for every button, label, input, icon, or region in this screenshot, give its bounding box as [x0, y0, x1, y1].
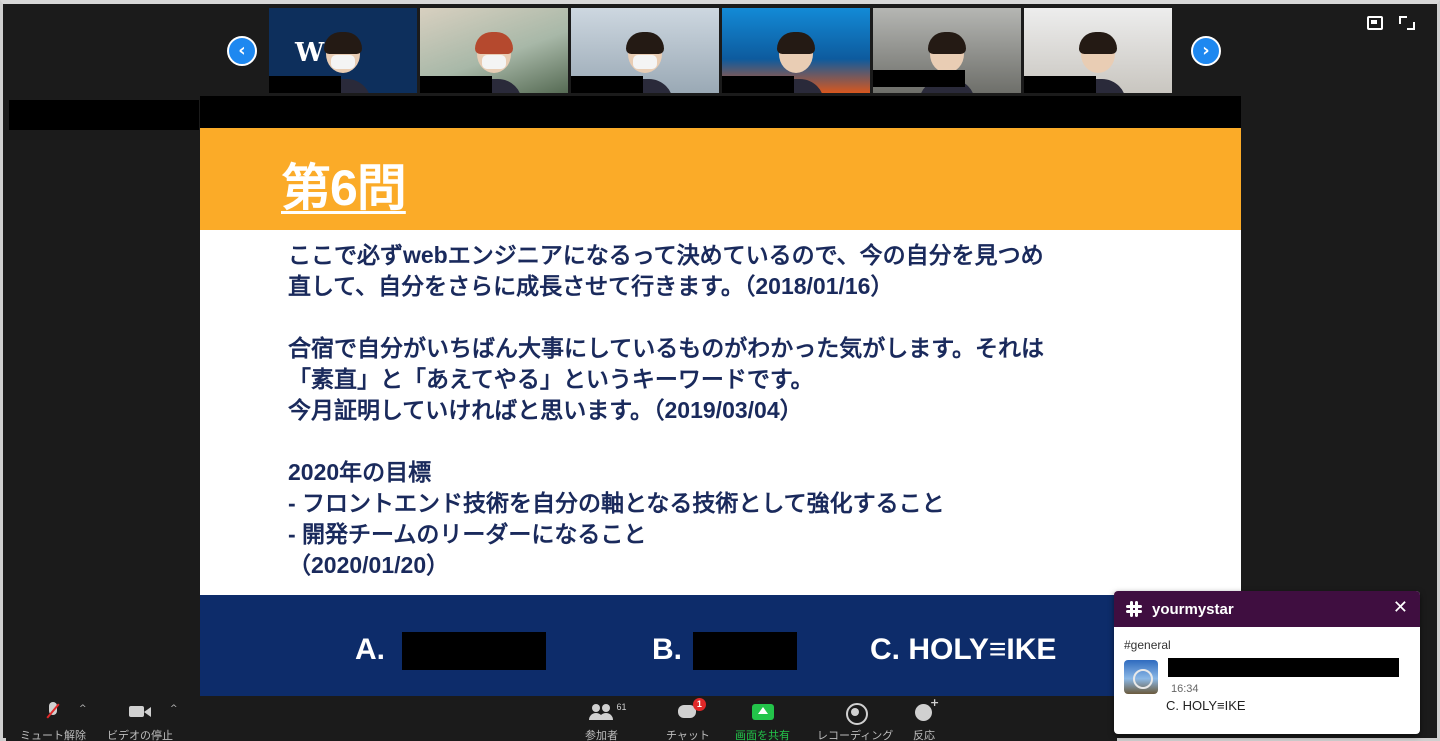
quote-paragraph-2: 合宿で自分がいちばん大事にしているものがわかった気がします。それは 「素直」と「…	[288, 335, 1045, 423]
participant-video-6[interactable]	[1024, 8, 1172, 93]
participant-video-5[interactable]	[873, 8, 1021, 93]
meeting-toolbar: ミュート解除 ^ ビデオの停止 ^ 61 参加者 1 チャット 画面を共有 レコ…	[6, 696, 1117, 741]
video-camera-icon	[125, 700, 155, 724]
chevron-left-icon: ‹	[238, 40, 246, 61]
chat-bubble-icon: 1	[673, 698, 706, 724]
redacted-name	[722, 76, 794, 93]
slack-message-time: 16:34	[1171, 683, 1199, 695]
record-icon	[840, 700, 870, 725]
chat-button[interactable]: 1 チャット	[666, 698, 710, 741]
chevron-right-icon: ›	[1202, 40, 1210, 61]
chat-unread-badge: 1	[692, 698, 706, 711]
participants-count: 61	[616, 702, 627, 712]
slack-notification[interactable]: yourmystar ✕ #general 16:34 C. HOLY≡IKE	[1114, 591, 1420, 734]
participants-icon: 61	[587, 700, 627, 724]
slack-channel-name: #general	[1124, 638, 1171, 652]
record-label: レコーディング	[817, 730, 894, 741]
video-thumbnails: W T.	[269, 8, 1172, 93]
reaction-emoji-icon	[909, 696, 939, 724]
redacted-answer-a	[402, 632, 546, 670]
quote-paragraph-3: 2020年の目標 - フロントエンド技術を自分の軸となる技術として強化すること …	[288, 459, 945, 578]
answer-c: C. HOLY≡IKE	[870, 633, 1057, 666]
redacted-name	[1024, 76, 1096, 93]
slack-workspace-name: yourmystar	[1152, 600, 1234, 618]
reactions-label: 反応	[913, 730, 935, 741]
muted-mic-icon	[38, 700, 68, 724]
gallery-next-button[interactable]: ›	[1191, 36, 1221, 66]
slack-message-text: C. HOLY≡IKE	[1166, 698, 1246, 713]
participant-video-1[interactable]: W T.	[269, 8, 417, 93]
stop-video-button[interactable]: ビデオの停止	[107, 700, 173, 741]
participants-button[interactable]: 61 参加者	[585, 700, 627, 741]
window-controls	[1367, 16, 1415, 30]
share-screen-button[interactable]: 画面を共有	[735, 700, 790, 741]
fullscreen-icon[interactable]	[1399, 16, 1415, 30]
record-button[interactable]: レコーディング	[817, 700, 893, 741]
slide-title: 第6問	[281, 160, 407, 216]
mute-button[interactable]: ミュート解除	[20, 700, 86, 741]
answer-options-bar: A. B. C. HOLY≡IKE	[200, 595, 1241, 696]
quote-paragraph-1: ここで必ずwebエンジニアになるって決めているので、今の自分を見つめ 直して、自…	[288, 242, 1044, 299]
participant-video-3[interactable]	[571, 8, 719, 93]
redacted-name	[873, 70, 965, 87]
avatar	[1124, 660, 1158, 694]
redacted-name	[420, 76, 492, 93]
close-icon[interactable]: ✕	[1393, 598, 1408, 618]
speaker-view-icon[interactable]	[1367, 16, 1383, 30]
participants-label: 参加者	[585, 730, 618, 741]
video-label: ビデオの停止	[107, 730, 173, 741]
answer-a: A.	[355, 633, 385, 666]
slide-body: ここで必ずwebエンジニアになるって決めているので、今の自分を見つめ 直して、自…	[288, 240, 1188, 612]
slide-top-bar	[200, 96, 1241, 128]
gallery-prev-button[interactable]: ‹	[227, 36, 257, 66]
slack-logo-icon	[1126, 601, 1142, 617]
answer-b: B.	[652, 633, 682, 666]
audio-options-caret[interactable]: ^	[79, 704, 87, 714]
redacted-sender-name	[1168, 658, 1399, 677]
video-gallery-strip: ‹ W T.	[227, 8, 1221, 94]
share-screen-icon	[748, 700, 778, 724]
left-black-strip	[9, 100, 199, 130]
participant-video-4[interactable]	[722, 8, 870, 93]
slack-notification-header: yourmystar ✕	[1114, 591, 1420, 627]
share-screen-label: 画面を共有	[735, 730, 790, 741]
reactions-button[interactable]: 反応	[909, 696, 939, 741]
redacted-name	[571, 76, 643, 93]
chat-label: チャット	[666, 730, 710, 741]
participant-video-2[interactable]	[420, 8, 568, 93]
redacted-answer-b	[693, 632, 797, 670]
slide-header: 第6問	[200, 128, 1241, 230]
shared-screen-slide: 第6問 ここで必ずwebエンジニアになるって決めているので、今の自分を見つめ 直…	[200, 96, 1241, 696]
mute-label: ミュート解除	[20, 730, 86, 741]
video-options-caret[interactable]: ^	[170, 704, 178, 714]
redacted-name	[269, 76, 341, 93]
